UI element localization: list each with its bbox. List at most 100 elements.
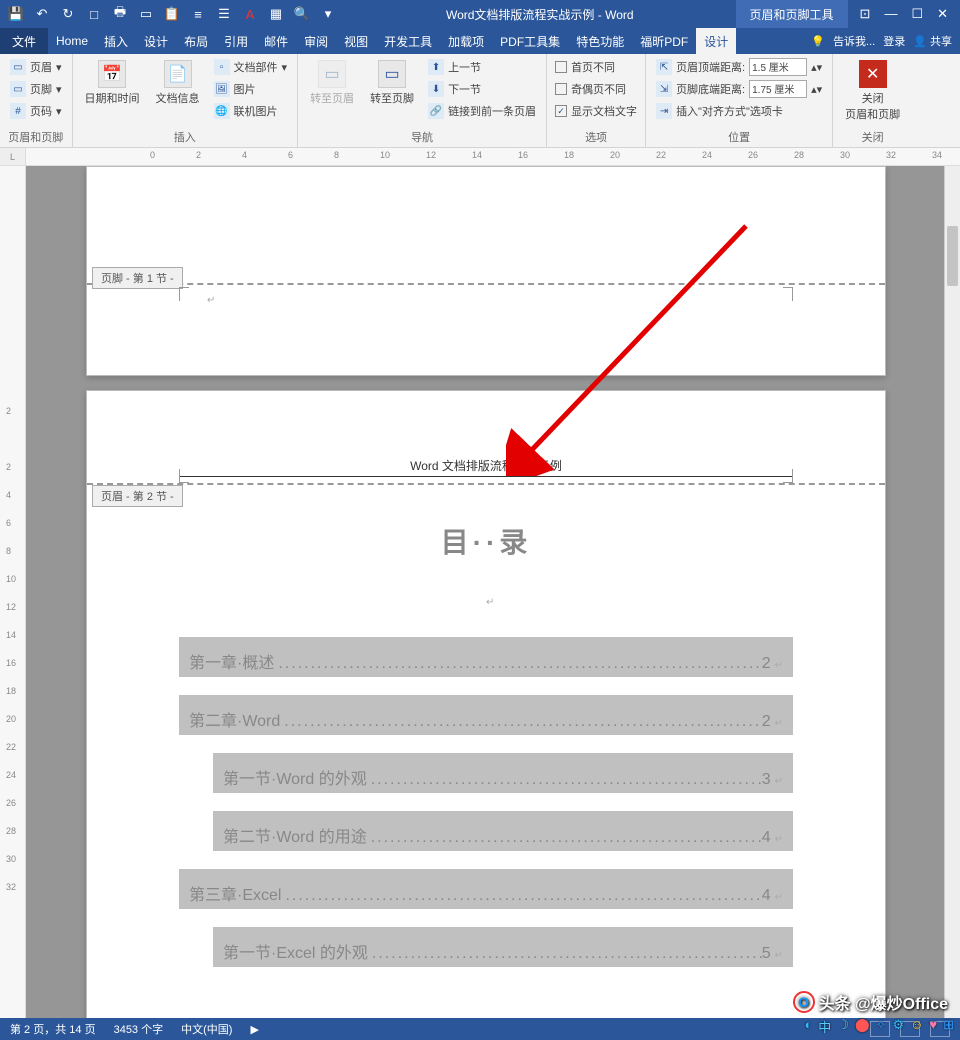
context-tools-label: 页眉和页脚工具 (736, 0, 848, 28)
docparts-button[interactable]: ▫文档部件 ▾ (210, 56, 292, 78)
toc-page: 4 (762, 887, 771, 905)
tell-me[interactable]: 告诉我... (833, 33, 875, 49)
title-bar: 💾 ↶ ↻ □ 🖶 ▭ 📋 ≡ ☰ A ▦ 🔍 ▾ Word文档排版流程实战示例… (0, 0, 960, 28)
paragraph-mark: ↵ (775, 660, 783, 671)
ribbon-group-close: ✕关闭 页眉和页脚 关闭 (833, 54, 912, 147)
share-button[interactable]: 👤 共享 (913, 33, 952, 49)
font-color-icon[interactable]: A (238, 2, 262, 26)
status-page[interactable]: 第 2 页，共 14 页 (10, 1021, 96, 1037)
print-icon[interactable]: 🖶 (108, 2, 132, 26)
document-scroll-area[interactable]: 页脚 - 第 1 节 - ↵ Word 文档排版流程实战示例 页眉 - 第 2 … (26, 166, 944, 1018)
undo-icon[interactable]: ↶ (30, 2, 54, 26)
paragraph-mark: ↵ (207, 295, 215, 306)
footer-bottom-field[interactable]: ⇲页脚底端距离: 1.75 厘米▴▾ (652, 78, 826, 100)
document-title: Word文档排版流程实战示例 - Word (344, 6, 736, 23)
ribbon-group-hf: ▭页眉 ▾ ▭页脚 ▾ #页码 ▾ 页眉和页脚 (0, 54, 73, 147)
tab-layout[interactable]: 布局 (176, 28, 216, 54)
toc-label: 第一章·概述 (189, 649, 274, 673)
close-window-icon[interactable]: ✕ (937, 6, 948, 22)
table-of-contents: 第一章·概述 .................................… (179, 637, 793, 985)
bulb-icon: 💡 (811, 35, 825, 48)
quick-access-toolbar: 💾 ↶ ↻ □ 🖶 ▭ 📋 ≡ ☰ A ▦ 🔍 ▾ (0, 2, 344, 26)
scrollbar-thumb[interactable] (947, 226, 958, 286)
table-icon[interactable]: ▦ (264, 2, 288, 26)
goto-footer-button[interactable]: ▭转至页脚 (364, 56, 420, 110)
paragraph-icon[interactable]: ≡ (186, 2, 210, 26)
tab-design[interactable]: 设计 (136, 28, 176, 54)
new-icon[interactable]: □ (82, 2, 106, 26)
toc-leader: ........................................… (281, 887, 761, 905)
tab-review[interactable]: 审阅 (296, 28, 336, 54)
ribbon-options-icon[interactable]: ⊡ (860, 6, 871, 22)
pagenum-icon: # (10, 103, 26, 119)
tab-hf-design[interactable]: 设计 (696, 28, 736, 54)
docinfo-button[interactable]: 📄文档信息 (150, 56, 206, 110)
pagenum-button[interactable]: #页码 ▾ (6, 100, 66, 122)
status-words[interactable]: 3453 个字 (114, 1021, 164, 1037)
goto-footer-icon: ▭ (378, 60, 406, 88)
ribbon-tabs: 文件 Home 插入 设计 布局 引用 邮件 审阅 视图 开发工具 加载项 PD… (0, 28, 960, 54)
preview-icon[interactable]: ▭ (134, 2, 158, 26)
toc-page: 2 (762, 655, 771, 673)
tab-home[interactable]: Home (48, 28, 96, 54)
insert-align-tab-button[interactable]: ⇥插入"对齐方式"选项卡 (652, 100, 826, 122)
tab-mailings[interactable]: 邮件 (256, 28, 296, 54)
tab-addins[interactable]: 加载项 (440, 28, 492, 54)
first-page-diff-checkbox[interactable]: 首页不同 (553, 56, 639, 78)
qat-dropdown-icon[interactable]: ▾ (316, 2, 340, 26)
horizontal-ruler[interactable]: L 0246810121416182022242628303234 (0, 148, 960, 166)
ribbon-group-nav: ▭转至页眉 ▭转至页脚 ⬆上一节 ⬇下一节 🔗链接到前一条页眉 导航 (298, 54, 547, 147)
next-section-button[interactable]: ⬇下一节 (424, 78, 540, 100)
tab-devtools[interactable]: 开发工具 (376, 28, 440, 54)
minimize-icon[interactable]: — (884, 6, 897, 22)
ruler-corner[interactable]: L (0, 148, 26, 166)
header-button[interactable]: ▭页眉 ▾ (6, 56, 66, 78)
docinfo-icon: 📄 (164, 60, 192, 88)
paste-icon[interactable]: 📋 (160, 2, 184, 26)
tab-insert[interactable]: 插入 (96, 28, 136, 54)
close-hf-button[interactable]: ✕关闭 页眉和页脚 (839, 56, 906, 126)
status-lang[interactable]: 中文(中国) (181, 1021, 232, 1037)
find-icon[interactable]: 🔍 (290, 2, 314, 26)
toc-page: 5 (762, 945, 771, 963)
goto-header-button: ▭转至页眉 (304, 56, 360, 110)
tab-references[interactable]: 引用 (216, 28, 256, 54)
picture-button[interactable]: 🖼图片 (210, 78, 292, 100)
save-icon[interactable]: 💾 (4, 2, 28, 26)
online-pic-button[interactable]: 🌐联机图片 (210, 100, 292, 122)
header-section-tag: 页眉 - 第 2 节 - (92, 485, 183, 507)
toc-leader: ........................................… (368, 945, 762, 963)
tab-features[interactable]: 特色功能 (568, 28, 632, 54)
header-text[interactable]: Word 文档排版流程实战示例 (179, 457, 793, 477)
maximize-icon[interactable]: ☐ (911, 6, 923, 22)
vertical-ruler[interactable]: 2 2 4 6 8 10 12 14 16 18 20 22 24 26 28 … (0, 166, 26, 1018)
tab-pdftools[interactable]: PDF工具集 (492, 28, 568, 54)
show-doc-text-checkbox[interactable]: ✓显示文档文字 (553, 100, 639, 122)
login-button[interactable]: 登录 (883, 33, 905, 49)
toc-label: 第一节·Excel 的外观 (223, 939, 368, 963)
link-prev-button[interactable]: 🔗链接到前一条页眉 (424, 100, 540, 122)
toc-row: 第二章·Word ...............................… (179, 695, 793, 735)
toc-title: 目··录 (87, 521, 885, 561)
paragraph-mark: ↵ (486, 597, 494, 608)
toc-row: 第二节·Word 的用途 ...........................… (213, 811, 793, 851)
toc-leader: ........................................… (367, 829, 762, 847)
odd-even-diff-checkbox[interactable]: 奇偶页不同 (553, 78, 639, 100)
status-macro-icon[interactable]: ▶ (250, 1023, 258, 1036)
docparts-icon: ▫ (214, 59, 230, 75)
prev-section-button[interactable]: ⬆上一节 (424, 56, 540, 78)
vertical-scrollbar[interactable] (944, 166, 960, 1018)
footer-button[interactable]: ▭页脚 ▾ (6, 78, 66, 100)
toc-label: 第二节·Word 的用途 (223, 823, 367, 847)
redo-icon[interactable]: ↻ (56, 2, 80, 26)
bullets-icon[interactable]: ☰ (212, 2, 236, 26)
toc-leader: ........................................… (280, 713, 761, 731)
datetime-button[interactable]: 📅日期和时间 (79, 56, 146, 110)
prev-icon: ⬆ (428, 59, 444, 75)
tab-foxit[interactable]: 福昕PDF (632, 28, 696, 54)
paragraph-mark: ↵ (775, 776, 783, 787)
tab-file[interactable]: 文件 (0, 28, 48, 54)
watermark-logo-icon: O (793, 991, 815, 1013)
header-top-field[interactable]: ⇱页眉顶端距离: 1.5 厘米▴▾ (652, 56, 826, 78)
tab-view[interactable]: 视图 (336, 28, 376, 54)
